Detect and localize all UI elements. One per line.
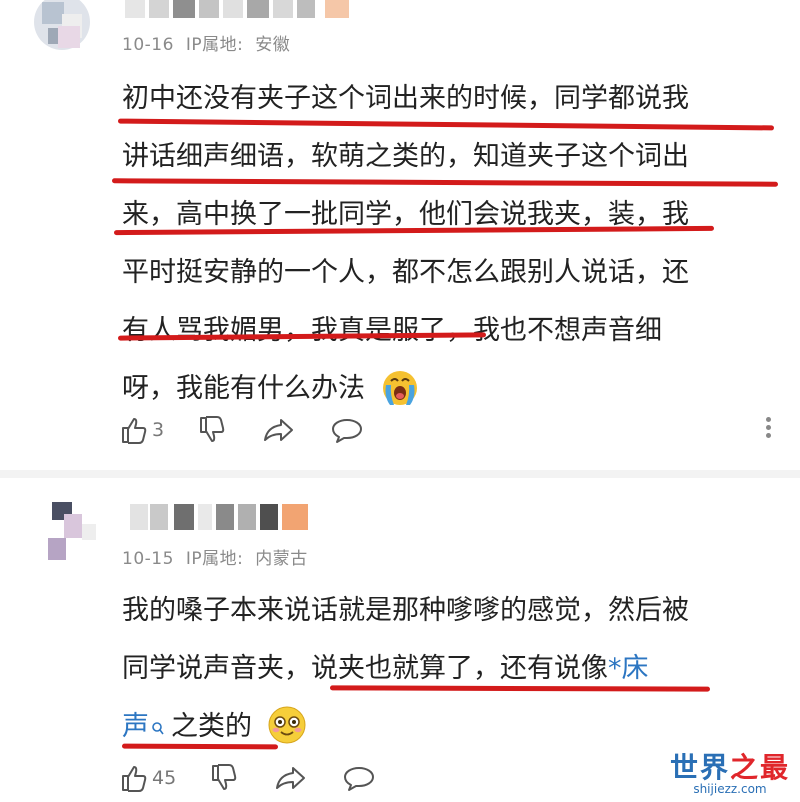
comment-bubble-icon <box>342 763 376 793</box>
comment-actions: 45 <box>120 760 410 796</box>
reply-button[interactable] <box>342 763 376 793</box>
comment-1: 10-16 IP属地: 安徽 初中还没有夹子这个词出来的时候，同学都说我 讲话细… <box>0 0 800 470</box>
watermark-title-part2: 之最 <box>729 751 790 784</box>
ip-label: IP属地: <box>185 549 244 569</box>
comment-date: 10-15 <box>122 549 174 569</box>
comment-line: 讲话细声细语，软萌之类的，知道夹子这个词出 <box>122 141 689 172</box>
more-options-icon[interactable] <box>766 414 772 441</box>
thumbs-up-icon <box>120 763 150 793</box>
share-arrow-icon <box>274 763 308 793</box>
thumbs-up-icon <box>120 415 150 445</box>
comment-text: 我的嗓子本来说话就是那种嗲嗲的感觉，然后被 同学说声音夹，说夹也就算了，还有说像… <box>122 582 689 758</box>
comment-line-text: 同学说声音夹，说夹也就算了，还有说像 <box>122 653 608 684</box>
comment-meta: 10-15 IP属地: 内蒙古 <box>122 544 314 569</box>
comment-line: 平时挺安静的一个人，都不怎么跟别人说话，还 <box>122 257 689 288</box>
site-watermark: 世界之最 shijiezz.com <box>670 746 790 796</box>
comment-date: 10-16 <box>122 35 174 55</box>
comment-meta: 10-16 IP属地: 安徽 <box>122 30 296 55</box>
like-button[interactable]: 3 <box>120 415 164 445</box>
watermark-title: 世界之最 <box>670 746 790 786</box>
comment-actions: 3 <box>120 412 398 448</box>
share-button[interactable] <box>274 763 308 793</box>
red-underline <box>121 743 279 750</box>
comment-bubble-icon <box>330 415 364 445</box>
ip-location: 安徽 <box>255 35 291 55</box>
search-icon[interactable] <box>151 700 165 758</box>
search-link[interactable]: *床 <box>608 653 649 684</box>
share-arrow-icon <box>262 415 296 445</box>
like-button[interactable]: 45 <box>120 763 176 793</box>
comment-line: 有人骂我媚男，我真是服了，我也不想声音细 <box>122 315 662 346</box>
comment-line-last: 呀，我能有什么办法 <box>122 360 689 418</box>
thumbs-down-icon <box>198 415 228 445</box>
smiling-face-icon <box>267 705 307 745</box>
username-blurred[interactable] <box>130 504 320 530</box>
reply-button[interactable] <box>330 415 364 445</box>
username-blurred[interactable] <box>125 0 365 18</box>
search-link[interactable]: 声 <box>122 711 149 742</box>
share-button[interactable] <box>262 415 296 445</box>
comment-line-text: 呀，我能有什么办法 <box>122 373 365 404</box>
comment-separator <box>0 470 800 478</box>
comment-line: 我的嗓子本来说话就是那种嗲嗲的感觉，然后被 <box>122 595 689 626</box>
ip-label: IP属地: <box>185 35 244 55</box>
ip-location: 内蒙古 <box>255 549 308 569</box>
dislike-button[interactable] <box>210 763 240 793</box>
comment-line: 来，高中换了一批同学，他们会说我夹，装，我 <box>122 199 689 230</box>
crying-face-icon <box>380 367 420 407</box>
avatar[interactable] <box>42 494 104 566</box>
thumbs-down-icon <box>210 763 240 793</box>
watermark-title-part1: 世界 <box>669 751 730 784</box>
avatar-badge <box>58 26 80 48</box>
like-count: 45 <box>152 767 177 789</box>
dislike-button[interactable] <box>198 415 228 445</box>
like-count: 3 <box>152 419 165 441</box>
comment-line-text: 之类的 <box>171 711 252 742</box>
